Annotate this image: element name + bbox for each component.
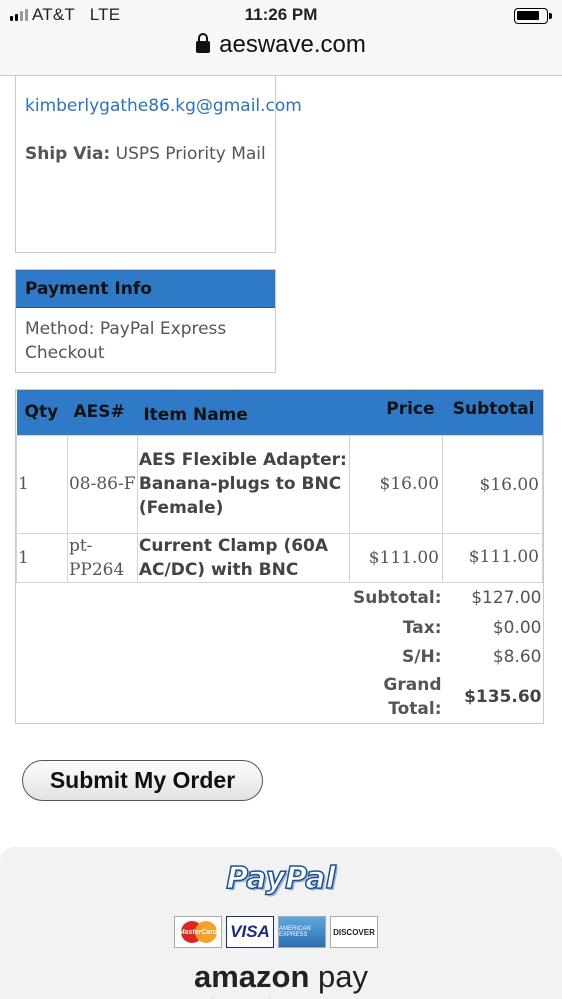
mastercard-icon: MasterCard	[174, 916, 222, 948]
card-logos: MasterCard VISA AMERICAN EXPRESS DISCOVE…	[174, 916, 378, 948]
row-aes: 08-86-F	[66, 434, 138, 534]
amazon-pay-logo: amazon pay	[193, 959, 369, 994]
payment-method: Method: PayPal Express Checkout	[25, 319, 227, 363]
amex-icon: AMERICAN EXPRESS	[278, 916, 326, 948]
subtotal-row: Subtotal: $127.00	[17, 582, 543, 613]
lock-icon	[196, 33, 211, 53]
tax-label: Tax:	[402, 617, 442, 638]
row-qty: 1	[16, 532, 68, 583]
visa-icon: VISA	[226, 916, 274, 948]
row-price: $111.00	[349, 532, 444, 583]
discover-icon: DISCOVER	[330, 916, 378, 948]
sh-value: $8.60	[492, 646, 542, 667]
grand-total-row: Grand Total: $135.60	[17, 671, 543, 723]
amazon-smile-icon	[212, 995, 270, 999]
table-header-row: Qty AES# Item Name Price Subtotal	[16, 390, 543, 435]
grand-total-label: Grand Total:	[383, 675, 442, 719]
status-bar: AT&T LTE 11:26 PM	[0, 5, 562, 27]
browser-chrome: AT&T LTE 11:26 PM aeswave.com	[0, 0, 562, 76]
shipping-info-box: kimberlygathe86.kg@gmail.com Ship Via: U…	[15, 75, 302, 253]
clock: 11:26 PM	[244, 5, 318, 24]
table-row: 1 pt-PP264 Current Clamp (60A AC/DC) wit…	[16, 532, 543, 583]
paypal-logo: PayPal	[225, 860, 336, 897]
payment-logos-footer: PayPal MasterCard VISA AMERICAN EXPRESS …	[0, 847, 562, 999]
col-price: Price	[349, 390, 443, 435]
shipping-handling-row: S/H: $8.60	[17, 642, 543, 671]
col-item-name: Item Name	[137, 390, 350, 435]
row-item-name: Current Clamp (60A AC/DC) with BNC	[136, 532, 351, 583]
ship-via-value: USPS Priority Mail	[115, 144, 266, 164]
subtotal-value: $127.00	[471, 587, 542, 608]
payment-info-heading: Payment Info	[16, 270, 275, 308]
payment-info-box: Payment Info Method: PayPal Express Chec…	[15, 269, 276, 373]
ship-via-label: Ship Via:	[25, 144, 111, 164]
address-bar[interactable]: aeswave.com	[0, 31, 562, 59]
table-row: 1 08-86-F AES Flexible Adapter: Banana-p…	[16, 434, 543, 534]
grand-total-value: $135.60	[464, 687, 542, 707]
tax-value: $0.00	[492, 617, 542, 638]
tax-row: Tax: $0.00	[17, 613, 543, 642]
row-subtotal: $111.00	[442, 532, 543, 583]
url-text: aeswave.com	[219, 31, 366, 58]
sh-label: S/H:	[402, 646, 442, 667]
email-link[interactable]: kimberlygathe86.kg@gmail.com	[25, 94, 302, 118]
row-price: $16.00	[349, 434, 444, 534]
col-aes: AES#	[67, 390, 138, 435]
col-subtotal: Subtotal	[442, 390, 543, 435]
row-item-name: AES Flexible Adapter: Banana-plugs to BN…	[136, 434, 351, 534]
order-summary-table: Qty AES# Item Name Price Subtotal 1 08-8…	[15, 389, 544, 724]
ship-via: Ship Via: USPS Priority Mail	[25, 142, 266, 166]
col-qty: Qty	[16, 390, 68, 435]
battery-icon	[514, 8, 552, 24]
row-qty: 1	[16, 434, 68, 534]
row-subtotal: $16.00	[442, 434, 543, 534]
subtotal-label: Subtotal:	[352, 587, 442, 608]
row-aes: pt-PP264	[66, 532, 138, 583]
submit-order-button[interactable]: Submit My Order	[22, 760, 263, 801]
